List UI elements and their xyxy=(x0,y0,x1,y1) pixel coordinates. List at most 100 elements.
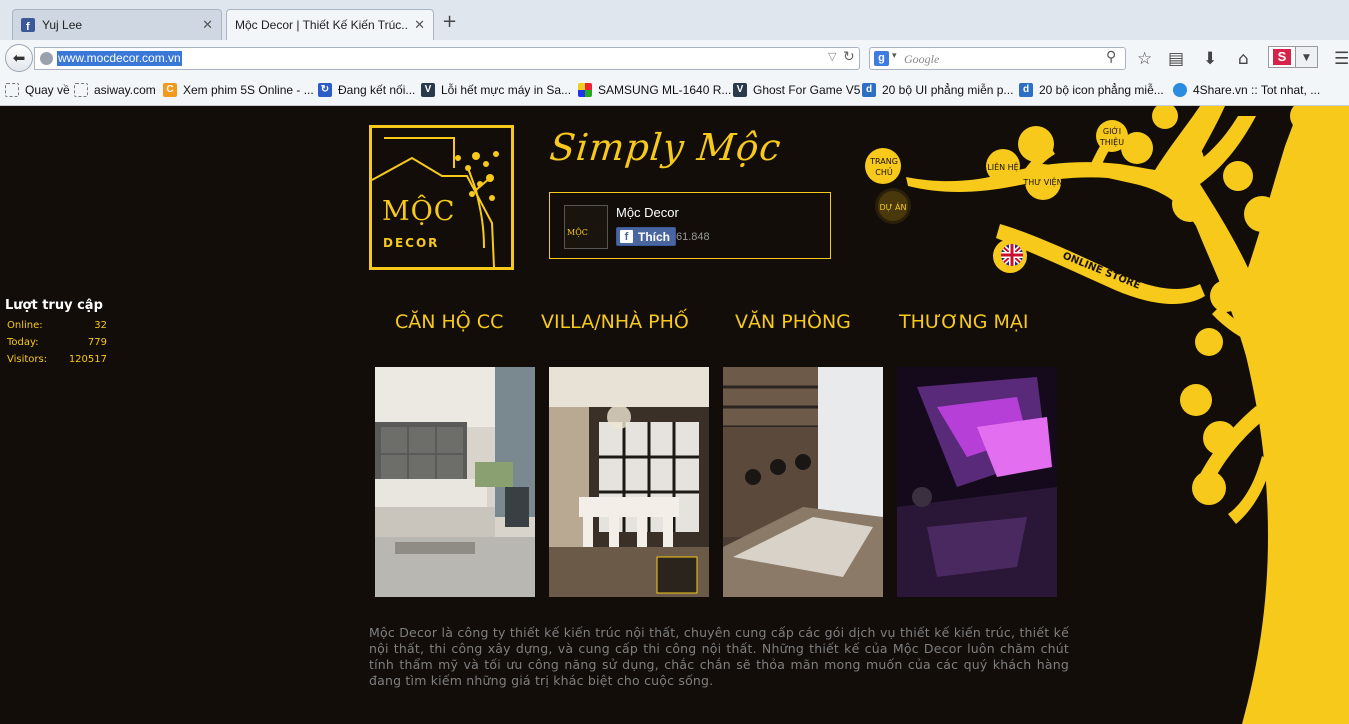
photo-apartment[interactable] xyxy=(375,367,535,597)
blank-page-icon xyxy=(5,83,19,97)
counter-value: 779 xyxy=(87,337,107,348)
facebook-icon: f xyxy=(620,230,633,243)
bookmark-item[interactable]: V Lỗi hết mực máy in Sa... xyxy=(421,83,571,97)
downloads-icon[interactable]: ⬇ xyxy=(1203,49,1217,69)
category-commercial[interactable]: THƯƠNG MẠI xyxy=(899,311,1029,333)
bookmark-label: 4Share.vn :: Tot nhat, ... xyxy=(1193,83,1321,97)
photo-office[interactable] xyxy=(723,367,883,597)
bookmarks-toolbar: Quay về asiway.com C Xem phim 5S Online -… xyxy=(0,77,1349,106)
company-description: Mộc Decor là công ty thiết kế kiến trúc … xyxy=(369,624,1069,688)
d-logo-icon: d xyxy=(862,83,876,97)
navigation-toolbar: ⬅ www.mocdecor.com.vn ▽ ↻ g ▾ Google ⚲ ☆… xyxy=(0,40,1349,78)
category-apartment[interactable]: CĂN HỘ CC xyxy=(395,311,503,333)
menu-icon[interactable]: ☰ xyxy=(1334,49,1349,69)
globe-icon xyxy=(40,52,53,65)
url-text[interactable]: www.mocdecor.com.vn xyxy=(57,51,182,66)
new-tab-button[interactable]: + xyxy=(442,11,457,32)
svg-text:CHỦ: CHỦ xyxy=(875,166,893,177)
bookmark-item[interactable]: d 20 bộ UI phẳng miễn p... xyxy=(862,83,1013,97)
bookmark-item[interactable]: 4Share.vn :: Tot nhat, ... xyxy=(1173,83,1320,97)
colorful-logo-icon xyxy=(578,83,592,97)
s-extension-button[interactable]: S xyxy=(1268,46,1296,68)
svg-text:f: f xyxy=(26,21,30,32)
close-tab-icon[interactable]: ✕ xyxy=(202,17,213,33)
counter-title: Lượt truy cập xyxy=(5,298,103,313)
facebook-page-name[interactable]: Mộc Decor xyxy=(616,205,679,220)
d-logo-icon: d xyxy=(1019,83,1033,97)
back-button[interactable]: ⬅ xyxy=(5,44,33,72)
bookmark-item[interactable]: Quay về xyxy=(5,83,70,97)
tree-menu-online-store[interactable]: ONLINE STORE xyxy=(1061,251,1142,292)
url-bar[interactable]: www.mocdecor.com.vn ▽ ↻ xyxy=(34,47,860,70)
cloud-icon xyxy=(1173,83,1187,97)
like-label: Thích xyxy=(638,229,670,244)
facebook-icon: f xyxy=(21,18,35,32)
bookmark-label: 20 bộ icon phẳng miễ... xyxy=(1039,83,1164,97)
bookmark-label: Lỗi hết mực máy in Sa... xyxy=(441,83,572,97)
search-placeholder: Google xyxy=(904,52,940,66)
facebook-page-thumbnail[interactable]: MỘC xyxy=(564,205,608,249)
reload-icon[interactable]: ↻ xyxy=(843,49,855,65)
bookmarks-menu-icon[interactable]: ▤ xyxy=(1168,49,1184,69)
counter-label: Today: xyxy=(7,337,39,348)
bookmark-item[interactable]: asiway.com xyxy=(74,83,156,97)
c-logo-icon: C xyxy=(163,83,177,97)
bookmark-label: Quay về xyxy=(25,83,70,97)
home-icon[interactable]: ⌂ xyxy=(1238,49,1249,69)
facebook-like-button[interactable]: f Thích xyxy=(616,227,676,246)
s-extension-icon: S xyxy=(1273,49,1291,65)
bookmark-label: Đang kết nối... xyxy=(338,83,416,97)
tab-facebook[interactable]: f Yuj Lee ✕ xyxy=(12,9,222,40)
bookmark-item[interactable]: d 20 bộ icon phẳng miễ... xyxy=(1019,83,1164,97)
loading-icon: ↻ xyxy=(318,83,332,97)
tab-label: Yuj Lee xyxy=(42,18,83,32)
bookmark-label: SAMSUNG ML-1640 R... xyxy=(598,83,732,97)
site-logo[interactable]: MỘC DECOR xyxy=(369,125,514,270)
svg-text:TRANG: TRANG xyxy=(869,157,898,166)
bookmark-item[interactable]: ↻ Đang kết nối... xyxy=(318,83,415,97)
google-icon[interactable]: g xyxy=(874,51,889,66)
thumbnail-logo-text: MỘC xyxy=(567,228,588,237)
v-logo-icon: V xyxy=(421,83,435,97)
url-history-dropdown-icon[interactable]: ▽ xyxy=(828,50,836,63)
svg-text:THIỆU: THIỆU xyxy=(1099,136,1124,148)
search-bar[interactable]: g ▾ Google ⚲ xyxy=(869,47,1126,70)
photo-commercial[interactable] xyxy=(897,367,1057,597)
tree-menu-projects[interactable]: DỰ ÁN xyxy=(879,201,906,212)
extension-dropdown-icon[interactable]: ▼ xyxy=(1296,46,1318,68)
website-page: TRANG CHỦ DỰ ÁN LIÊN HỆ THƯ VIỆN GIỚI TH… xyxy=(0,106,1349,724)
bookmark-item[interactable]: V Ghost For Game V5 xyxy=(733,83,860,97)
category-office[interactable]: VĂN PHÒNG xyxy=(735,311,851,333)
search-icon[interactable]: ⚲ xyxy=(1106,49,1116,65)
close-tab-icon[interactable]: ✕ xyxy=(414,17,425,33)
bookmark-label: asiway.com xyxy=(94,83,156,97)
bookmark-item[interactable]: C Xem phim 5S Online - ... xyxy=(163,83,314,97)
category-villa[interactable]: VILLA/NHÀ PHỐ xyxy=(541,311,689,333)
search-engine-dropdown-icon[interactable]: ▾ xyxy=(892,51,897,61)
bookmark-label: 20 bộ UI phẳng miễn p... xyxy=(882,83,1014,97)
tree-menu-contact[interactable]: LIÊN HỆ xyxy=(987,161,1018,173)
tab-mocdecor[interactable]: Mộc Decor | Thiết Kế Kiến Trúc... ✕ xyxy=(226,9,434,40)
tree-menu-library[interactable]: THƯ VIỆN xyxy=(1022,176,1062,188)
counter-value: 120517 xyxy=(68,354,107,365)
back-arrow-icon: ⬅ xyxy=(12,49,26,67)
svg-text:GIỚI: GIỚI xyxy=(1103,125,1121,136)
logo-text: MỘC xyxy=(382,196,456,227)
bookmark-star-icon[interactable]: ☆ xyxy=(1137,49,1152,69)
v-logo-icon: V xyxy=(733,83,747,97)
facebook-like-count: 61.848 xyxy=(676,231,710,243)
photo-villa[interactable] xyxy=(549,367,709,597)
visitor-counter: Lượt truy cập Online: 32 Today: 779 Visito… xyxy=(5,298,107,368)
counter-row: Visitors: 120517 xyxy=(5,351,107,368)
site-slogan: Simply Mộc xyxy=(547,126,784,169)
counter-row: Online: 32 xyxy=(5,317,107,334)
counter-row: Today: 779 xyxy=(5,334,107,351)
tab-strip: f Yuj Lee ✕ Mộc Decor | Thiết Kế Kiến Tr… xyxy=(0,0,1349,40)
tab-label: Mộc Decor | Thiết Kế Kiến Trúc... xyxy=(235,18,409,32)
blank-page-icon xyxy=(74,83,88,97)
counter-label: Visitors: xyxy=(7,354,48,365)
bookmark-label: Ghost For Game V5 xyxy=(753,83,861,97)
facebook-like-box: MỘC Mộc Decor f Thích 61.848 xyxy=(549,192,831,259)
counter-value: 32 xyxy=(94,320,107,331)
bookmark-item[interactable]: SAMSUNG ML-1640 R... xyxy=(578,83,731,97)
